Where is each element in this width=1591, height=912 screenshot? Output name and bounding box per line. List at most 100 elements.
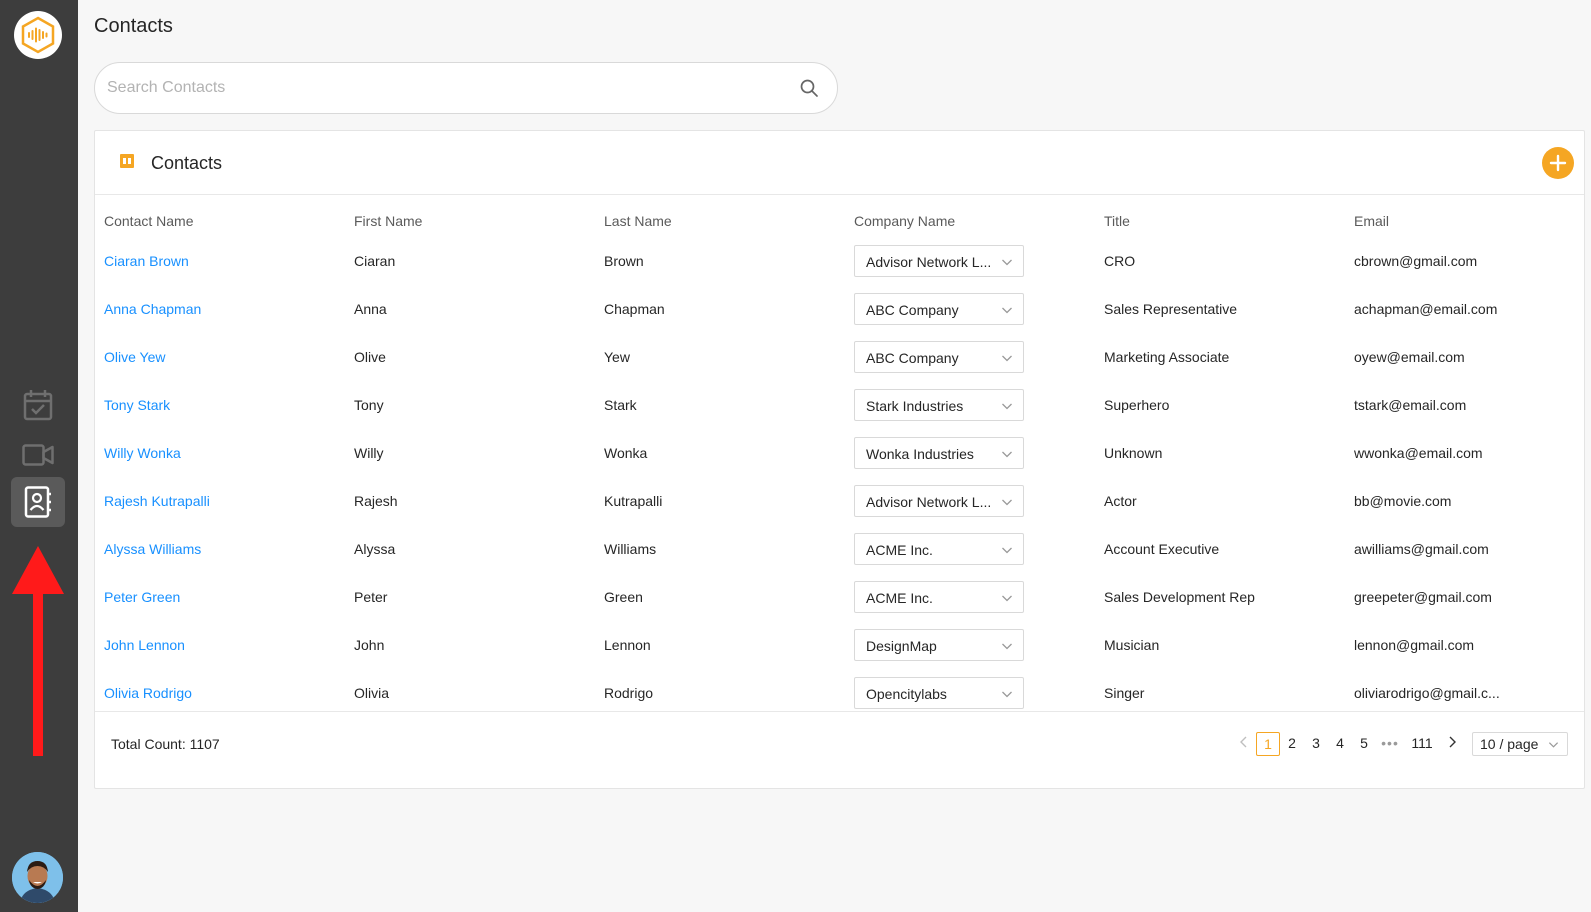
table-row[interactable]: Olivia Rodrigo Olivia Rodrigo Opencitylabs S… xyxy=(95,669,1586,717)
table-row[interactable]: Peter Green Peter Green ACME Inc. Sales Deve… xyxy=(95,573,1586,621)
search-icon[interactable] xyxy=(799,78,819,98)
table-row[interactable]: Olive Yew Olive Yew ABC Company Marketing As… xyxy=(95,333,1586,381)
company-select-value: Opencitylabs xyxy=(866,686,947,702)
logo-icon[interactable] xyxy=(14,11,62,59)
first-name-cell: Anna xyxy=(354,301,387,317)
chevron-down-icon xyxy=(1002,499,1012,506)
page-1-button[interactable]: 1 xyxy=(1256,732,1280,756)
more-pages-button[interactable]: ••• xyxy=(1376,732,1404,756)
chevron-down-icon xyxy=(1002,691,1012,698)
page-4-button[interactable]: 4 xyxy=(1328,732,1352,756)
title-cell: Actor xyxy=(1104,493,1137,509)
email-cell: greepeter@gmail.com xyxy=(1354,589,1492,605)
table-row[interactable]: Ciaran Brown Ciaran Brown Advisor Network L… xyxy=(95,237,1586,285)
company-select[interactable]: Advisor Network L... xyxy=(854,245,1024,277)
company-select[interactable]: Opencitylabs xyxy=(854,677,1024,709)
table-row[interactable]: Anna Chapman Anna Chapman ABC Company Sales … xyxy=(95,285,1586,333)
company-select[interactable]: Stark Industries xyxy=(854,389,1024,421)
contacts-table: Contact Name First Name Last Name Compan… xyxy=(95,195,1586,717)
prev-page-button[interactable] xyxy=(1232,732,1256,756)
next-page-button[interactable] xyxy=(1440,732,1464,756)
contact-name-cell: Tony Stark xyxy=(95,381,345,429)
column-header-company-name[interactable]: Company Name xyxy=(845,195,1095,237)
title-cell: Unknown xyxy=(1104,445,1163,461)
first-name-cell: Peter xyxy=(354,589,388,605)
chevron-down-icon xyxy=(1002,307,1012,314)
contact-name-cell: Peter Green xyxy=(95,573,345,621)
search-box xyxy=(94,62,838,114)
table-row[interactable]: Alyssa Williams Alyssa Williams ACME Inc. Ac… xyxy=(95,525,1586,573)
table-row[interactable]: Tony Stark Tony Stark Stark Industries Super… xyxy=(95,381,1586,429)
contact-name-link[interactable]: Peter Green xyxy=(104,589,180,605)
last-name-cell: Stark xyxy=(604,397,637,413)
tasks-icon[interactable] xyxy=(11,380,65,430)
first-name-cell: Willy xyxy=(354,445,384,461)
contact-name-cell: Olivia Rodrigo xyxy=(95,669,345,717)
column-header-email[interactable]: Email xyxy=(1345,195,1586,237)
chevron-down-icon xyxy=(1002,355,1012,362)
company-cell: ABC Company xyxy=(845,285,1095,333)
contact-name-link[interactable]: Rajesh Kutrapalli xyxy=(104,493,210,509)
avatar[interactable] xyxy=(12,852,63,903)
table-row[interactable]: John Lennon John Lennon DesignMap Musician le… xyxy=(95,621,1586,669)
company-select[interactable]: ABC Company xyxy=(854,293,1024,325)
first-name-cell: John xyxy=(354,637,385,653)
card-title: Contacts xyxy=(151,153,223,173)
page-size-select[interactable]: 10 / page xyxy=(1472,732,1568,756)
add-contact-button[interactable] xyxy=(1542,147,1574,179)
contacts-icon[interactable] xyxy=(11,477,65,527)
column-header-contact-name[interactable]: Contact Name xyxy=(95,195,345,237)
contact-name-link[interactable]: Olivia Rodrigo xyxy=(104,685,192,701)
column-header-first-name[interactable]: First Name xyxy=(345,195,595,237)
contact-name-link[interactable]: Olive Yew xyxy=(104,349,165,365)
table-row[interactable]: Willy Wonka Willy Wonka Wonka Industries Unk… xyxy=(95,429,1586,477)
chevron-left-icon xyxy=(1240,736,1247,748)
company-select-value: ACME Inc. xyxy=(866,590,933,606)
chevron-down-icon xyxy=(1002,643,1012,650)
company-select[interactable]: Advisor Network L... xyxy=(854,485,1024,517)
contact-name-cell: Alyssa Williams xyxy=(95,525,345,573)
last-name-cell: Chapman xyxy=(604,301,665,317)
company-select[interactable]: Wonka Industries xyxy=(854,437,1024,469)
video-icon[interactable] xyxy=(11,430,65,480)
company-cell: Stark Industries xyxy=(845,381,1095,429)
chevron-down-icon xyxy=(1548,742,1559,748)
company-cell: ABC Company xyxy=(845,333,1095,381)
contact-name-link[interactable]: Ciaran Brown xyxy=(104,253,189,269)
contact-name-link[interactable]: Willy Wonka xyxy=(104,445,181,461)
company-cell: Opencitylabs xyxy=(845,669,1095,717)
search-input[interactable] xyxy=(107,63,787,113)
contact-name-link[interactable]: Alyssa Williams xyxy=(104,541,201,557)
table-header-row: Contact Name First Name Last Name Compan… xyxy=(95,195,1586,237)
email-cell: oliviarodrigo@gmail.c... xyxy=(1354,685,1500,701)
first-name-cell: Olive xyxy=(354,349,386,365)
page-5-button[interactable]: 5 xyxy=(1352,732,1376,756)
column-header-last-name[interactable]: Last Name xyxy=(595,195,845,237)
contact-name-link[interactable]: Tony Stark xyxy=(104,397,170,413)
contact-name-link[interactable]: John Lennon xyxy=(104,637,185,653)
company-cell: Wonka Industries xyxy=(845,429,1095,477)
card-header: Contacts xyxy=(95,131,1584,195)
page-3-button[interactable]: 3 xyxy=(1304,732,1328,756)
table-row[interactable]: Rajesh Kutrapalli Rajesh Kutrapalli Advisor… xyxy=(95,477,1586,525)
page-last-button[interactable]: 111 xyxy=(1404,732,1440,756)
company-select[interactable]: ABC Company xyxy=(854,341,1024,373)
company-select[interactable]: ACME Inc. xyxy=(854,533,1024,565)
contact-name-link[interactable]: Anna Chapman xyxy=(104,301,201,317)
contact-name-cell: Anna Chapman xyxy=(95,285,345,333)
email-cell: tstark@email.com xyxy=(1354,397,1467,413)
table-footer: Total Count: 1107 1 2 3 4 5 ••• 111 10 /… xyxy=(95,711,1584,789)
last-name-cell: Williams xyxy=(604,541,657,557)
company-select[interactable]: ACME Inc. xyxy=(854,581,1024,613)
total-count: Total Count: 1107 xyxy=(111,736,220,752)
company-select-value: DesignMap xyxy=(866,638,937,654)
title-cell: Musician xyxy=(1104,637,1160,653)
column-header-title[interactable]: Title xyxy=(1095,195,1345,237)
company-select[interactable]: DesignMap xyxy=(854,629,1024,661)
company-select-value: ACME Inc. xyxy=(866,542,933,558)
title-cell: Account Executive xyxy=(1104,541,1220,557)
page-2-button[interactable]: 2 xyxy=(1280,732,1304,756)
title-cell: Superhero xyxy=(1104,397,1170,413)
contact-name-cell: Olive Yew xyxy=(95,333,345,381)
email-cell: cbrown@gmail.com xyxy=(1354,253,1478,269)
